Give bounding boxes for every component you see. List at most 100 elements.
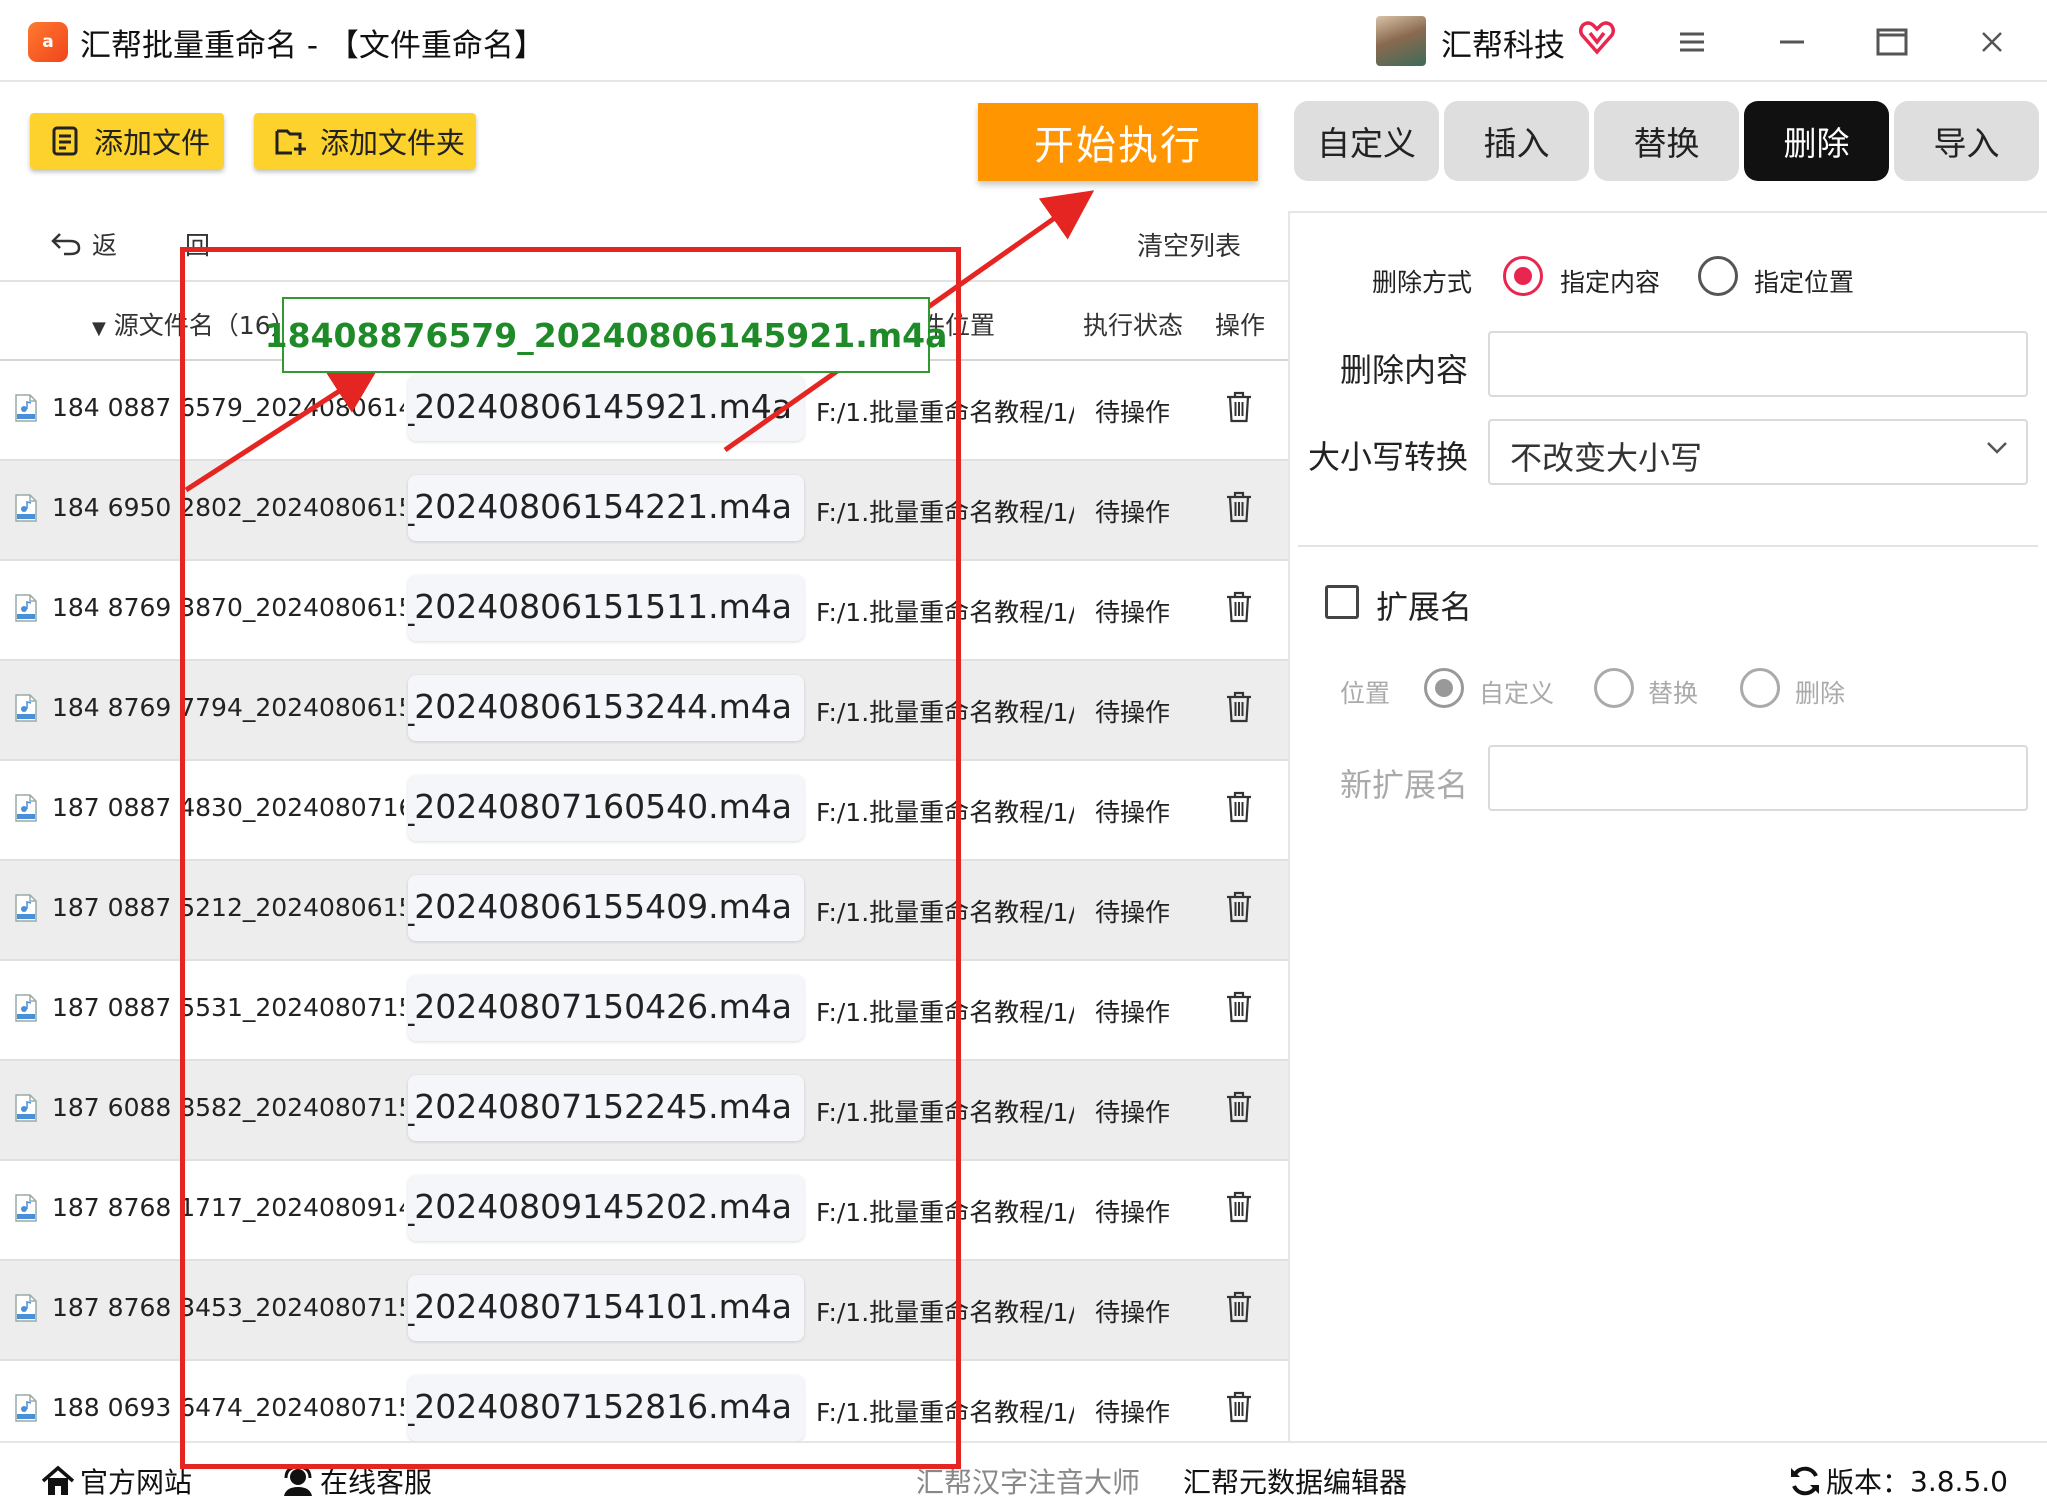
add-file-button[interactable]: 添加文件 [30, 113, 224, 169]
m4a-file-icon [15, 994, 37, 1022]
radio-specified-content[interactable] [1503, 256, 1543, 296]
trash-icon[interactable] [1225, 791, 1253, 823]
new-filename-field[interactable]: 18469502802_20240806154221.m4a [408, 475, 804, 541]
maximize-button[interactable] [1872, 22, 1912, 62]
radio-specified-position[interactable] [1698, 256, 1738, 296]
minimize-button[interactable] [1772, 22, 1812, 62]
table-row[interactable]: 187 8768 3453_20240807154118787683453_20… [0, 1261, 1288, 1361]
radio-ext-custom[interactable] [1424, 668, 1464, 708]
trash-icon[interactable] [1225, 1091, 1253, 1123]
status-text: 待操作 [1095, 598, 1171, 627]
trash-icon[interactable] [1225, 1391, 1253, 1423]
delete-content-input[interactable] [1488, 331, 2028, 397]
trash-icon[interactable] [1225, 591, 1253, 623]
file-location: F:/1.批量重命名教程/1/ [816, 1198, 1074, 1227]
tab-replace[interactable]: 替换 [1594, 101, 1739, 181]
hanzi-tool-link[interactable]: 汇帮汉字注音大师 [916, 1461, 1140, 1501]
radio-specified-position-label[interactable]: 指定位置 [1754, 263, 1854, 299]
back-label: 返 回 [92, 231, 240, 260]
add-folder-button[interactable]: 添加文件夹 [254, 113, 476, 169]
new-filename-field[interactable]: 18787683453_20240807154101.m4a [408, 1275, 804, 1341]
new-filename-field[interactable]: 18787681717_20240809145202.m4a [408, 1175, 804, 1241]
clear-list-button[interactable]: 清空列表 [1137, 226, 1241, 263]
radio-specified-content-label[interactable]: 指定内容 [1560, 263, 1660, 299]
source-filename: 187 0887 4830_202408071605 [52, 793, 404, 822]
m4a-file-icon [15, 1394, 37, 1422]
new-filename: 18760888582_20240807152245.m4a [408, 1087, 792, 1126]
new-filename: 18708874830_20240807160540.m4a [408, 787, 792, 826]
start-button[interactable]: 开始执行 [978, 103, 1258, 181]
new-filename-field[interactable]: 18708875212_20240806155409.m4a [408, 875, 804, 941]
tab-import[interactable]: 导入 [1894, 101, 2039, 181]
trash-icon[interactable] [1225, 491, 1253, 523]
file-list[interactable]: 184 0887 6579_20240806145918408876579_20… [0, 361, 1288, 1441]
new-filename-field[interactable]: 18806936474_20240807152816.m4a [408, 1375, 804, 1441]
new-filename-field[interactable]: 18708875531_20240807150426.m4a [408, 975, 804, 1041]
table-row[interactable]: 184 8769 3870_20240806151518487693870_20… [0, 561, 1288, 661]
hamburger-icon [1680, 32, 1704, 52]
trash-icon[interactable] [1225, 391, 1253, 423]
new-filename-field[interactable]: 18708874830_20240807160540.m4a [408, 775, 804, 841]
radio-ext-delete-label[interactable]: 删除 [1795, 674, 1845, 710]
status-text: 待操作 [1095, 1398, 1171, 1427]
table-row[interactable]: 184 6950 2802_20240806154218469502802_20… [0, 461, 1288, 561]
customer-service-icon [284, 1465, 312, 1496]
m4a-file-icon [15, 494, 37, 522]
file-location: F:/1.批量重命名教程/1/ [816, 598, 1074, 627]
maximize-icon [1876, 28, 1908, 56]
avatar[interactable] [1376, 16, 1426, 66]
table-row[interactable]: 187 0887 5531_20240807150418708875531_20… [0, 961, 1288, 1061]
vip-heart-icon[interactable] [1578, 18, 1616, 56]
trash-icon[interactable] [1225, 991, 1253, 1023]
back-button[interactable]: 返 回 [50, 226, 240, 262]
tab-delete[interactable]: 删除 [1744, 101, 1889, 181]
m4a-file-icon [15, 594, 37, 622]
version-number: 3.8.5.0 [1910, 1464, 2008, 1498]
trash-icon[interactable] [1225, 691, 1253, 723]
close-button[interactable] [1972, 22, 2012, 62]
add-folder-icon [275, 129, 306, 155]
table-row[interactable]: 184 8769 7794_20240806153218487697794_20… [0, 661, 1288, 761]
add-folder-label: 添加文件夹 [320, 126, 466, 160]
table-row[interactable]: 187 0887 4830_20240807160518708874830_20… [0, 761, 1288, 861]
new-filename-field[interactable]: 18487697794_20240806153244.m4a [408, 675, 804, 741]
table-row[interactable]: 188 0693 6474_20240807152818806936474_20… [0, 1361, 1288, 1441]
table-row[interactable]: 184 0887 6579_20240806145918408876579_20… [0, 361, 1288, 461]
metadata-tool-link[interactable]: 汇帮元数据编辑器 [1183, 1461, 1407, 1501]
case-conversion-select[interactable]: 不改变大小写 [1488, 419, 2028, 485]
new-filename-field[interactable]: 18760888582_20240807152245.m4a [408, 1075, 804, 1141]
source-filename: 184 8769 3870_202408061515 [52, 593, 404, 622]
file-location: F:/1.批量重命名教程/1/ [816, 1298, 1074, 1327]
extension-label[interactable]: 扩展名 [1376, 582, 1472, 628]
extension-checkbox[interactable] [1325, 585, 1359, 619]
new-filename-field[interactable]: 18408876579_20240806145921.m4a [408, 375, 804, 441]
file-location: F:/1.批量重命名教程/1/ [816, 498, 1074, 527]
file-location: F:/1.批量重命名教程/1/ [816, 1398, 1074, 1427]
trash-icon[interactable] [1225, 1291, 1253, 1323]
title-bar: a 汇帮批量重命名 - 【文件重命名】 汇帮科技 [0, 0, 2047, 82]
trash-icon[interactable] [1225, 891, 1253, 923]
delete-method-label: 删除方式 [1372, 268, 1473, 297]
new-extension-input[interactable] [1488, 745, 2028, 811]
close-icon [1982, 32, 2002, 52]
file-location: F:/1.批量重命名教程/1/ [816, 798, 1074, 827]
menu-button[interactable] [1672, 22, 1712, 62]
new-filename-field[interactable]: 18487693870_20240806151511.m4a [408, 575, 804, 641]
version-info[interactable]: 版本： 3.8.5.0 [1788, 1461, 2008, 1501]
radio-ext-delete[interactable] [1740, 668, 1780, 708]
support-label: 在线客服 [320, 1466, 433, 1499]
table-row[interactable]: 187 6088 8582_20240807152218760888582_20… [0, 1061, 1288, 1161]
file-location: F:/1.批量重命名教程/1/ [816, 398, 1074, 427]
tab-insert[interactable]: 插入 [1444, 101, 1589, 181]
tab-custom[interactable]: 自定义 [1294, 101, 1439, 181]
status-text: 待操作 [1095, 1198, 1171, 1227]
trash-icon[interactable] [1225, 1191, 1253, 1223]
support-link[interactable]: 在线客服 [280, 1461, 432, 1501]
radio-ext-custom-label[interactable]: 自定义 [1479, 674, 1554, 710]
radio-ext-replace[interactable] [1594, 668, 1634, 708]
table-row[interactable]: 187 0887 5212_20240806155418708875212_20… [0, 861, 1288, 961]
radio-ext-replace-label[interactable]: 替换 [1648, 674, 1698, 710]
source-filename: 187 8768 1717_202408091452 [52, 1193, 404, 1222]
website-link[interactable]: 官方网站 [40, 1461, 192, 1501]
table-row[interactable]: 187 8768 1717_20240809145218787681717_20… [0, 1161, 1288, 1261]
